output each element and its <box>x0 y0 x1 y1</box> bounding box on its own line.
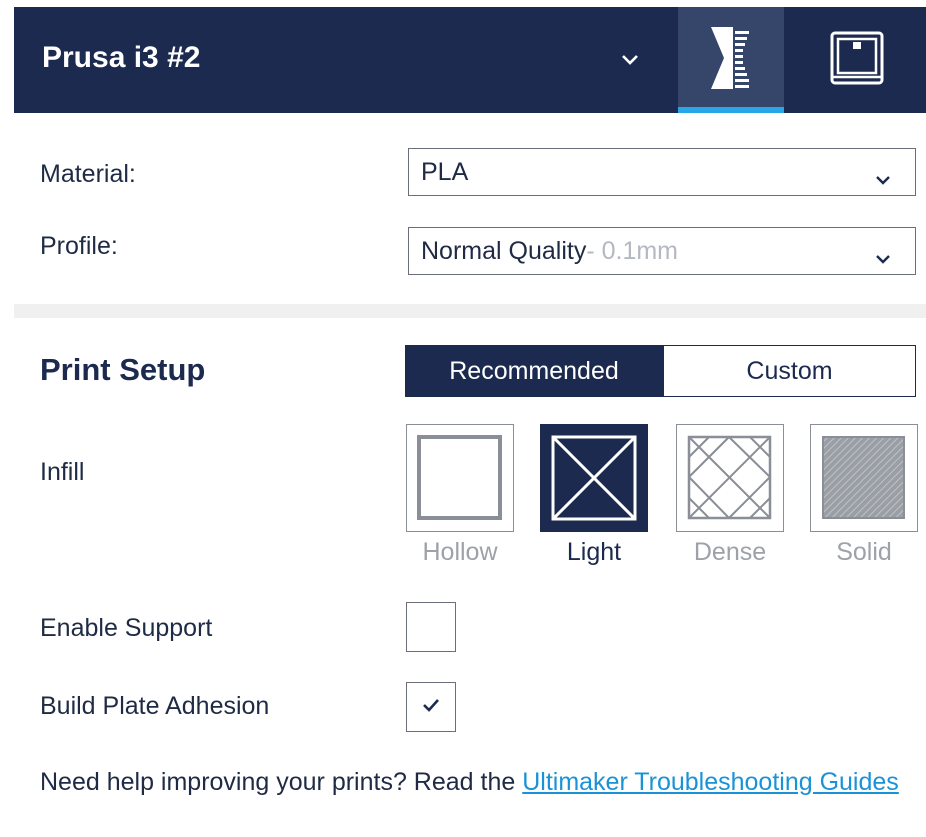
printer-header: Prusa i3 #2 <box>14 7 926 113</box>
build-plate-adhesion-label: Build Plate Adhesion <box>40 692 270 720</box>
section-divider <box>14 304 926 318</box>
tab-print-settings[interactable] <box>678 7 784 113</box>
infill-dense-icon <box>677 425 783 530</box>
chevron-down-icon <box>875 164 891 193</box>
enable-support-checkbox[interactable] <box>406 602 456 652</box>
infill-option-label: Dense <box>693 538 767 566</box>
infill-light-icon <box>540 424 648 532</box>
build-plate-adhesion-checkbox[interactable] <box>406 682 456 732</box>
print-setup-title: Print Setup <box>40 352 206 387</box>
tab-printer-monitor[interactable] <box>804 7 910 113</box>
help-text: Need help improving your prints? Read th… <box>40 764 910 800</box>
checkmark-icon <box>422 698 440 717</box>
printer-monitor-icon <box>829 30 885 91</box>
infill-label: Infill <box>40 458 85 486</box>
infill-option-light[interactable] <box>540 424 648 532</box>
profile-label: Profile: <box>40 232 118 260</box>
printer-name[interactable]: Prusa i3 #2 <box>42 41 200 75</box>
infill-option-label: Hollow <box>422 538 498 566</box>
mode-recommended-button[interactable]: Recommended <box>405 345 663 397</box>
troubleshooting-guides-link[interactable]: Ultimaker Troubleshooting Guides <box>522 768 899 796</box>
infill-option-solid[interactable] <box>810 424 918 532</box>
material-value: PLA <box>421 157 469 186</box>
infill-option-hollow[interactable] <box>406 424 514 532</box>
chevron-down-icon <box>875 243 891 272</box>
print-settings-icon <box>711 26 751 94</box>
material-label: Material: <box>40 160 136 188</box>
mode-custom-button[interactable]: Custom <box>663 345 916 397</box>
profile-value: Normal Quality <box>421 236 587 265</box>
infill-option-label: Solid <box>836 538 892 566</box>
infill-solid-icon <box>811 425 917 530</box>
printer-select-chevron-icon[interactable] <box>610 37 650 83</box>
profile-detail: - 0.1mm <box>586 236 679 265</box>
infill-hollow-icon <box>407 425 513 530</box>
enable-support-label: Enable Support <box>40 614 213 642</box>
infill-option-label: Light <box>566 538 622 566</box>
help-message: Need help improving your prints? Read th… <box>40 768 523 796</box>
material-select[interactable]: PLA <box>408 148 916 196</box>
infill-option-dense[interactable] <box>676 424 784 532</box>
profile-select[interactable]: Normal Quality - 0.1mm <box>408 227 916 275</box>
